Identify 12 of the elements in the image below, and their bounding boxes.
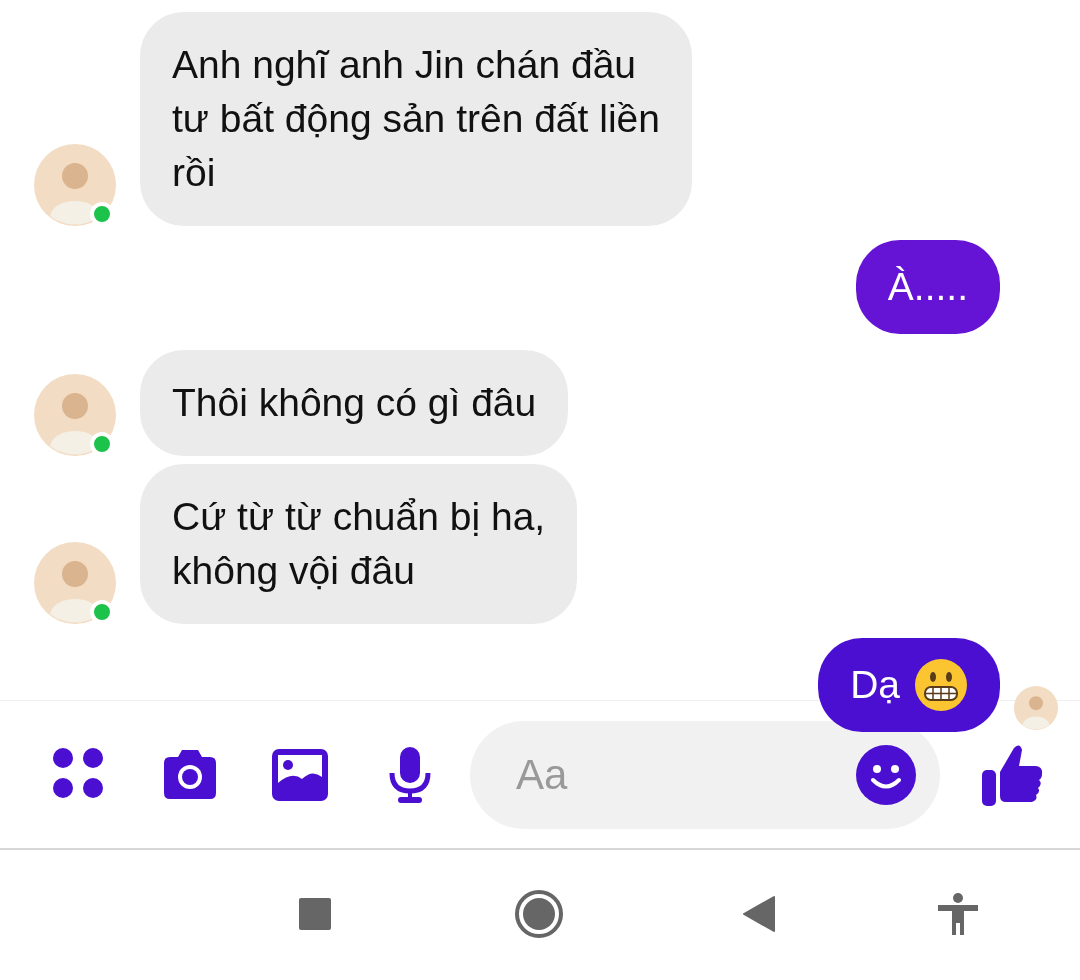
message-input[interactable]: Aa (516, 739, 856, 810)
accessibility-icon[interactable] (938, 893, 978, 935)
message-text: À..... (887, 264, 968, 310)
emoji-icon[interactable] (856, 744, 916, 805)
message-text: Dạ (850, 662, 900, 708)
recent-apps-icon[interactable] (298, 897, 332, 931)
message-bubble: Thôi không có gì đâu (140, 350, 569, 456)
message-bubble: Cứ từ từ chuẩn bị ha, không vội đâu (140, 464, 578, 624)
back-icon[interactable] (742, 895, 776, 933)
home-icon[interactable] (514, 889, 564, 939)
message-input-field[interactable]: Aa (470, 720, 940, 829)
message-bubble: Anh nghĩ anh Jin chán đầu tư bất động sản trên đất liền rồi (140, 12, 692, 226)
